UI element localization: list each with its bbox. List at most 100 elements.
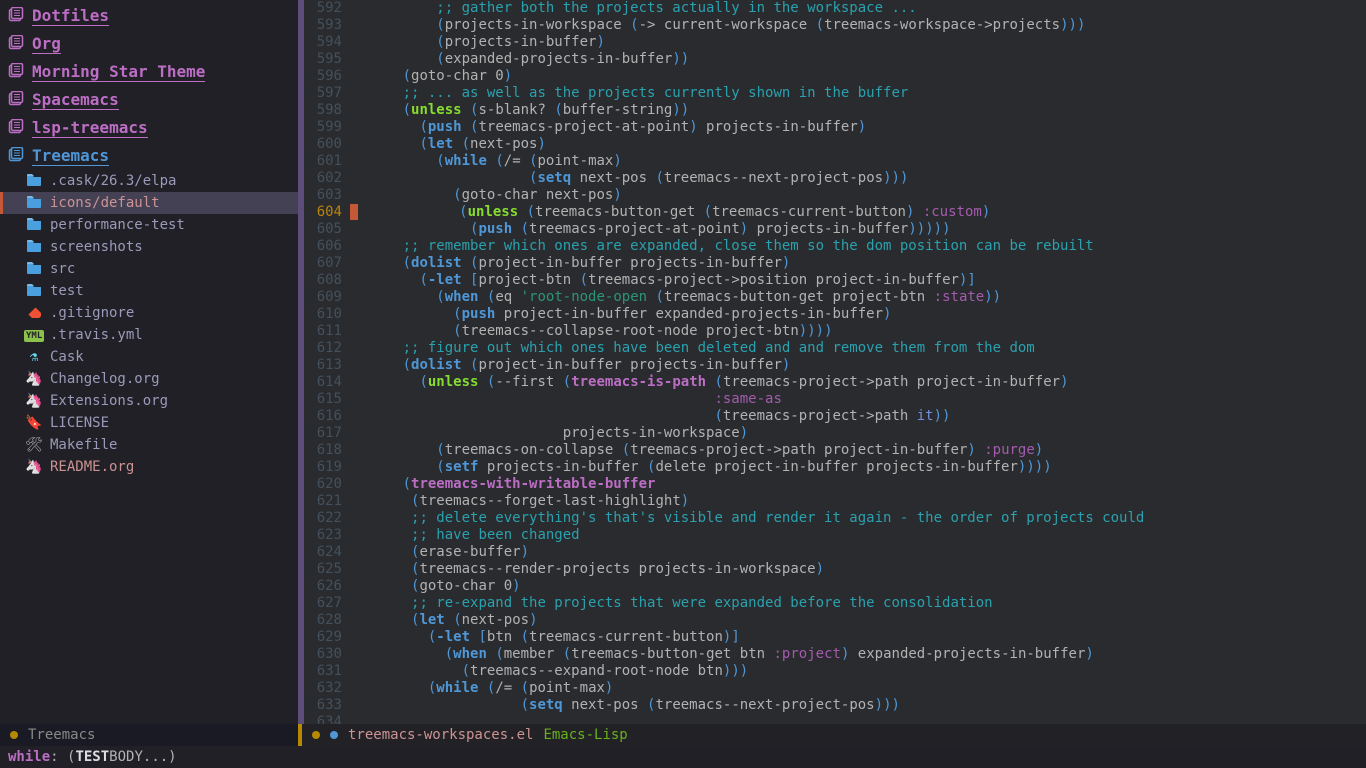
code-line[interactable]: 600 (let (next-pos) bbox=[304, 136, 1366, 153]
modeline-filename: treemacs-workspaces.el bbox=[348, 727, 533, 744]
git-icon bbox=[24, 304, 44, 323]
folder-icon bbox=[24, 172, 44, 191]
code-line[interactable]: 621 (treemacs--forget-last-highlight) bbox=[304, 493, 1366, 510]
code-text: (goto-char next-pos) bbox=[352, 187, 622, 204]
line-number: 594 bbox=[304, 34, 352, 51]
tree-item[interactable]: 🔖LICENSE bbox=[0, 412, 298, 434]
tree-item[interactable]: performance-test bbox=[0, 214, 298, 236]
code-line[interactable]: 614 (unless (--first (treemacs-is-path (… bbox=[304, 374, 1366, 391]
code-line[interactable]: 622 ;; delete everything's that's visibl… bbox=[304, 510, 1366, 527]
code-line[interactable]: 598 (unless (s-blank? (buffer-string)) bbox=[304, 102, 1366, 119]
line-number: 610 bbox=[304, 306, 352, 323]
code-line[interactable]: 596 (goto-char 0) bbox=[304, 68, 1366, 85]
code-line[interactable]: 609 (when (eq 'root-node-open (treemacs-… bbox=[304, 289, 1366, 306]
tree-item[interactable]: test bbox=[0, 280, 298, 302]
tree-item[interactable]: ⚗Cask bbox=[0, 346, 298, 368]
code-line[interactable]: 627 ;; re-expand the projects that were … bbox=[304, 595, 1366, 612]
tree-item[interactable]: 🦄Changelog.org bbox=[0, 368, 298, 390]
tree-item-label: .travis.yml bbox=[50, 327, 143, 344]
project-spacemacs[interactable]: Spacemacs bbox=[0, 86, 298, 114]
line-number: 616 bbox=[304, 408, 352, 425]
folder-icon bbox=[24, 216, 44, 235]
line-number: 629 bbox=[304, 629, 352, 646]
code-line[interactable]: 620 (treemacs-with-writable-buffer bbox=[304, 476, 1366, 493]
tree-item[interactable]: screenshots bbox=[0, 236, 298, 258]
code-line[interactable]: 631 (treemacs--expand-root-node btn))) bbox=[304, 663, 1366, 680]
project-morning-star-theme[interactable]: Morning Star Theme bbox=[0, 58, 298, 86]
project-treemacs[interactable]: Treemacs bbox=[0, 142, 298, 170]
tree-item[interactable]: icons/default bbox=[0, 192, 298, 214]
code-line[interactable]: 593 (projects-in-workspace (-> current-w… bbox=[304, 17, 1366, 34]
code-line[interactable]: 624 (erase-buffer) bbox=[304, 544, 1366, 561]
code-line[interactable]: 628 (let (next-pos) bbox=[304, 612, 1366, 629]
line-number: 598 bbox=[304, 102, 352, 119]
code-line[interactable]: 633 (setq next-pos (treemacs--next-proje… bbox=[304, 697, 1366, 714]
code-line[interactable]: 602 (setq next-pos (treemacs--next-proje… bbox=[304, 170, 1366, 187]
code-line[interactable]: 605 (push (treemacs-project-at-point) pr… bbox=[304, 221, 1366, 238]
project-dotfiles[interactable]: Dotfiles bbox=[0, 2, 298, 30]
code-line[interactable]: 632 (while (/= (point-max) bbox=[304, 680, 1366, 697]
code-line[interactable]: 625 (treemacs--render-projects projects-… bbox=[304, 561, 1366, 578]
code-line[interactable]: 592 ;; gather both the projects actually… bbox=[304, 0, 1366, 17]
code-line[interactable]: 634 bbox=[304, 714, 1366, 724]
project-lsp-treemacs[interactable]: lsp-treemacs bbox=[0, 114, 298, 142]
line-number: 607 bbox=[304, 255, 352, 272]
minibuffer[interactable]: while: (TEST BODY...) bbox=[0, 746, 1366, 768]
code-line[interactable]: 616 (treemacs-project->path it)) bbox=[304, 408, 1366, 425]
code-line[interactable]: 613 (dolist (project-in-buffer projects-… bbox=[304, 357, 1366, 374]
project-label: Morning Star Theme bbox=[32, 63, 205, 82]
line-number: 634 bbox=[304, 714, 352, 724]
tree-item-label: icons/default bbox=[50, 195, 160, 212]
code-line[interactable]: 617 projects-in-workspace) bbox=[304, 425, 1366, 442]
tree-item[interactable]: YML.travis.yml bbox=[0, 324, 298, 346]
code-line[interactable]: 597 ;; ... as well as the projects curre… bbox=[304, 85, 1366, 102]
code-text: (treemacs-with-writable-buffer bbox=[352, 476, 655, 493]
tree-item[interactable]: .gitignore bbox=[0, 302, 298, 324]
tree-item-label: screenshots bbox=[50, 239, 143, 256]
code-line[interactable]: 612 ;; figure out which ones have been d… bbox=[304, 340, 1366, 357]
code-line[interactable]: 604 (unless (treemacs-button-get (treema… bbox=[304, 204, 1366, 221]
project-org[interactable]: Org bbox=[0, 30, 298, 58]
line-number: 603 bbox=[304, 187, 352, 204]
code-text: (unless (--first (treemacs-is-path (tree… bbox=[352, 374, 1069, 391]
code-line[interactable]: 595 (expanded-projects-in-buffer)) bbox=[304, 51, 1366, 68]
code-text: (-let [project-btn (treemacs-project->po… bbox=[352, 272, 976, 289]
code-text: (setq next-pos (treemacs--next-project-p… bbox=[352, 170, 908, 187]
modeline-treemacs: Treemacs bbox=[0, 724, 298, 746]
code-text: (when (member (treemacs-button-get btn :… bbox=[352, 646, 1094, 663]
code-text: (let (next-pos) bbox=[352, 136, 546, 153]
line-number: 612 bbox=[304, 340, 352, 357]
tree-item[interactable]: 🦄Extensions.org bbox=[0, 390, 298, 412]
tree-item-label: test bbox=[50, 283, 84, 300]
code-line[interactable]: 603 (goto-char next-pos) bbox=[304, 187, 1366, 204]
code-line[interactable]: 626 (goto-char 0) bbox=[304, 578, 1366, 595]
code-line[interactable]: 630 (when (member (treemacs-button-get b… bbox=[304, 646, 1366, 663]
code-line[interactable]: 618 (treemacs-on-collapse (treemacs-proj… bbox=[304, 442, 1366, 459]
code-text: (erase-buffer) bbox=[352, 544, 529, 561]
tree-item[interactable]: 🦄README.org bbox=[0, 456, 298, 478]
code-line[interactable]: 607 (dolist (project-in-buffer projects-… bbox=[304, 255, 1366, 272]
line-number: 618 bbox=[304, 442, 352, 459]
code-line[interactable]: 594 (projects-in-buffer) bbox=[304, 34, 1366, 51]
code-line[interactable]: 610 (push project-in-buffer expanded-pro… bbox=[304, 306, 1366, 323]
code-line[interactable]: 599 (push (treemacs-project-at-point) pr… bbox=[304, 119, 1366, 136]
editor-pane[interactable]: 592 ;; gather both the projects actually… bbox=[298, 0, 1366, 724]
line-number: 602 bbox=[304, 170, 352, 187]
code-line[interactable]: 611 (treemacs--collapse-root-node projec… bbox=[304, 323, 1366, 340]
treemacs-sidebar[interactable]: Dotfiles Org Morning Star Theme Spacemac… bbox=[0, 0, 298, 724]
tree-item[interactable]: 🛠Makefile bbox=[0, 434, 298, 456]
code-line[interactable]: 619 (setf projects-in-buffer (delete pro… bbox=[304, 459, 1366, 476]
tree-item[interactable]: src bbox=[0, 258, 298, 280]
line-number: 601 bbox=[304, 153, 352, 170]
modeline-major-mode: Emacs-Lisp bbox=[543, 727, 627, 744]
project-icon bbox=[6, 35, 26, 53]
code-text: ;; delete everything's that's visible an… bbox=[352, 510, 1144, 527]
code-line[interactable]: 615 :same-as bbox=[304, 391, 1366, 408]
tree-item[interactable]: .cask/26.3/elpa bbox=[0, 170, 298, 192]
code-line[interactable]: 601 (while (/= (point-max) bbox=[304, 153, 1366, 170]
code-line[interactable]: 606 ;; remember which ones are expanded,… bbox=[304, 238, 1366, 255]
code-line[interactable]: 629 (-let [btn (treemacs-current-button)… bbox=[304, 629, 1366, 646]
code-line[interactable]: 623 ;; have been changed bbox=[304, 527, 1366, 544]
line-number: 620 bbox=[304, 476, 352, 493]
code-line[interactable]: 608 (-let [project-btn (treemacs-project… bbox=[304, 272, 1366, 289]
